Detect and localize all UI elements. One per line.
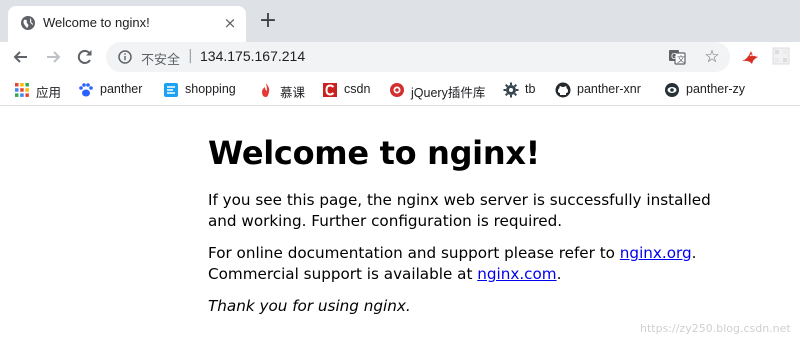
bookmark-label: panther: [100, 82, 143, 96]
page-content: Welcome to nginx! If you see this page, …: [0, 107, 800, 346]
bookmark-label: tb: [525, 82, 536, 96]
close-icon[interactable]: ×: [221, 14, 239, 32]
docs-text: For online documentation and support ple…: [208, 244, 620, 262]
commercial-text: Commercial support is available at: [208, 265, 478, 283]
extension-bird-icon[interactable]: [740, 47, 760, 67]
docs-period: .: [691, 244, 697, 262]
svg-text:文: 文: [677, 54, 685, 64]
url-separator: |: [188, 48, 193, 64]
bookmark-star-icon[interactable]: ☆: [702, 47, 722, 67]
commercial-period: .: [556, 265, 562, 283]
info-icon[interactable]: [118, 50, 132, 64]
bookmark-label: panther-zy: [686, 82, 746, 96]
docs-paragraph: For online documentation and support ple…: [208, 243, 728, 285]
apps-grid-icon: [15, 83, 29, 97]
csdn-icon: [323, 83, 337, 97]
address-bar[interactable]: 不安全 | 134.175.167.214 G 文 ☆: [106, 42, 730, 72]
flame-icon: [262, 83, 270, 97]
github-icon: [555, 82, 571, 98]
toolbar: 不安全 | 134.175.167.214 G 文 ☆: [0, 42, 800, 74]
back-arrow-icon[interactable]: [11, 47, 31, 67]
bookmark-label: 应用: [36, 86, 62, 100]
bookmark-label: shopping: [185, 82, 236, 96]
translate-icon[interactable]: G 文: [668, 48, 686, 66]
eye-circle-icon: [665, 83, 679, 97]
gear-icon: [503, 82, 519, 98]
bookmark-label: csdn: [344, 82, 371, 96]
bookmark-label: 慕课: [280, 86, 306, 100]
paw-icon: [79, 83, 93, 97]
intro-paragraph: If you see this page, the nginx web serv…: [208, 191, 711, 230]
forward-arrow-icon[interactable]: [43, 47, 63, 67]
nginx-org-link[interactable]: nginx.org: [620, 244, 692, 262]
tab-strip: Welcome to nginx! × +: [0, 0, 800, 42]
jquery-icon: [390, 83, 404, 97]
bookmark-label: jQuery插件库: [411, 86, 486, 100]
shopping-icon: [164, 83, 178, 97]
thanks-paragraph: Thank you for using nginx.: [208, 297, 411, 315]
url-text[interactable]: 134.175.167.214: [200, 48, 305, 64]
watermark: https://zy250.blog.csdn.net: [640, 322, 791, 335]
bookmark-label: panther-xnr: [577, 82, 641, 96]
new-tab-button[interactable]: +: [257, 10, 279, 32]
globe-icon: [21, 16, 35, 30]
bookmarks-bar: 应用 panther shopping 慕课 csdn jQuery插件库 tb…: [0, 74, 800, 106]
extension-grid-icon[interactable]: [772, 47, 790, 65]
nginx-com-link[interactable]: nginx.com: [477, 265, 556, 283]
tab-title: Welcome to nginx!: [43, 15, 150, 30]
security-label[interactable]: 不安全: [141, 49, 180, 68]
tab-active[interactable]: Welcome to nginx! ×: [8, 6, 246, 42]
reload-icon[interactable]: [75, 47, 95, 67]
page-heading: Welcome to nginx!: [208, 134, 540, 172]
